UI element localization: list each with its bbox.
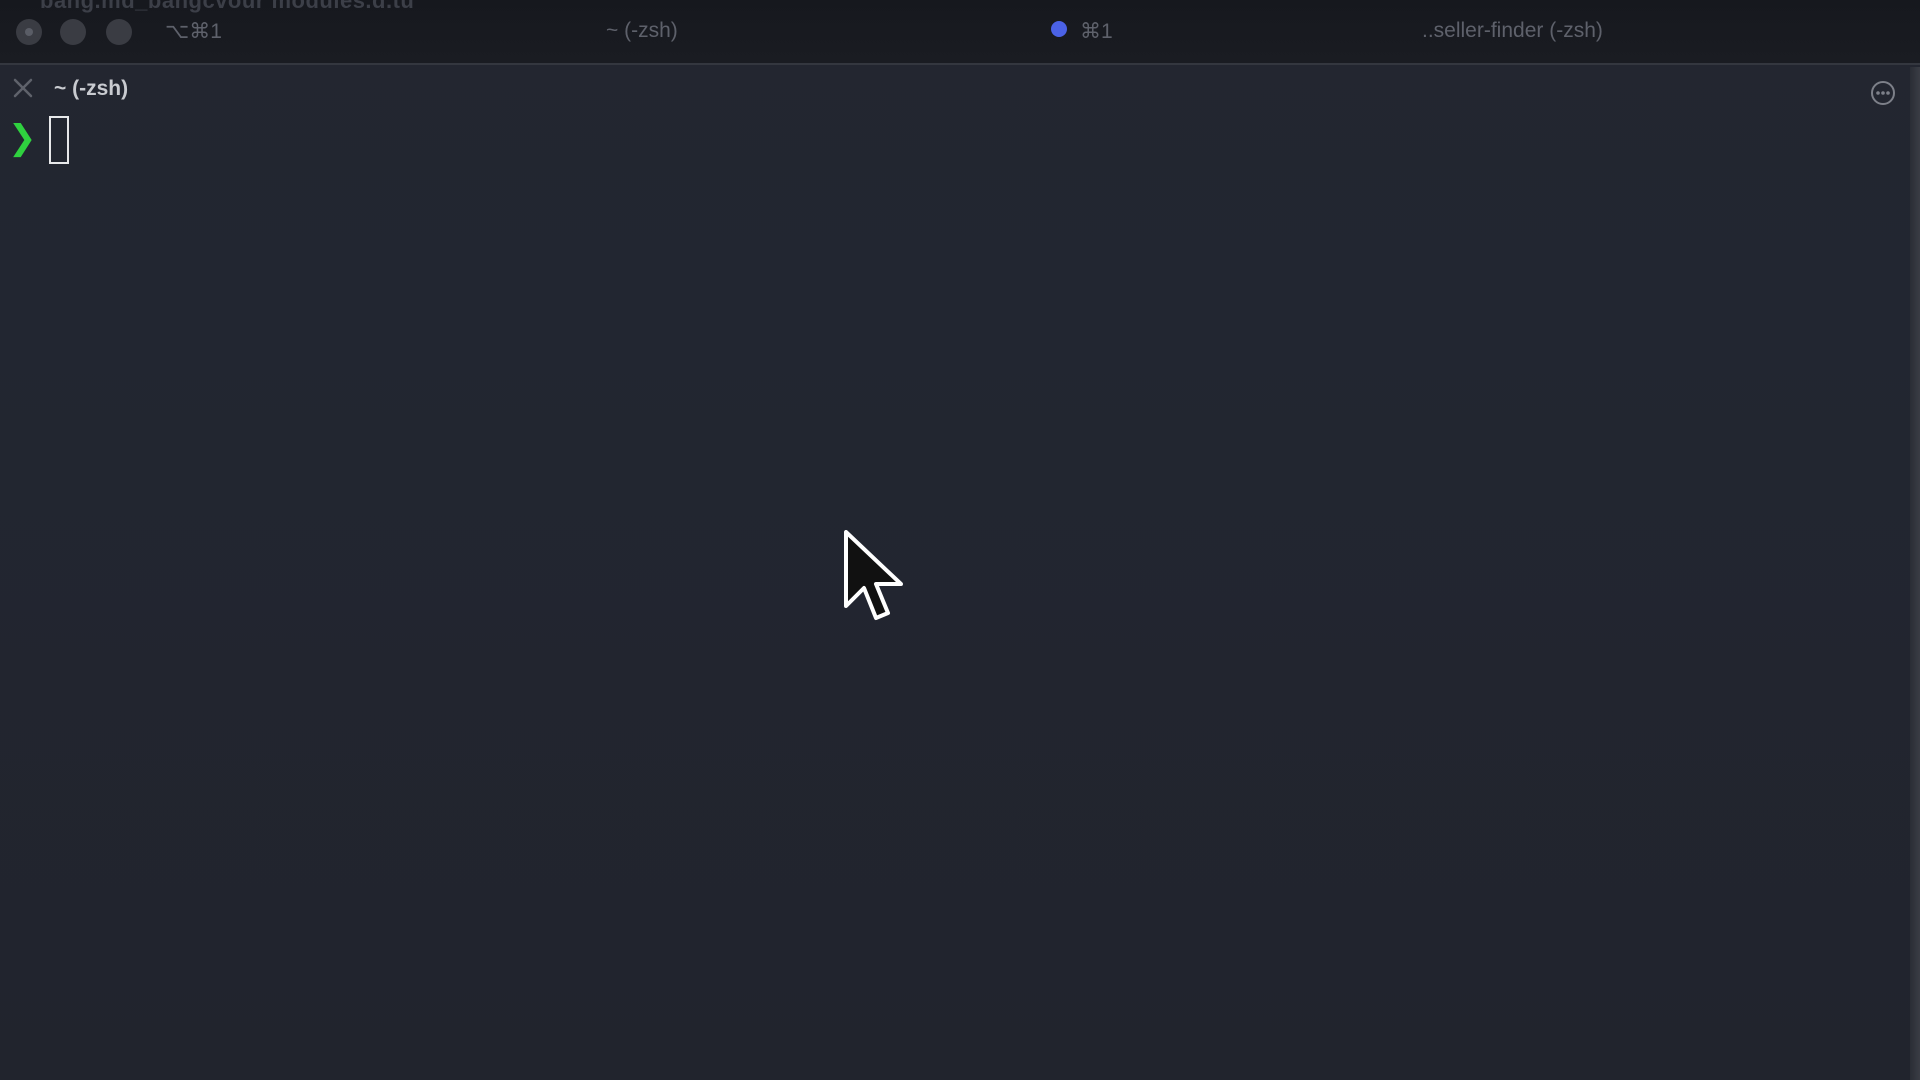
close-window-button[interactable] [16,19,42,45]
maximize-window-button[interactable] [106,19,132,45]
text-cursor[interactable] [49,116,69,164]
active-tab-dot-icon [1051,21,1067,37]
prompt-symbol: ❯ [8,118,37,158]
minimize-window-button[interactable] [60,19,86,45]
session-title: ~ (-zsh) [54,77,129,100]
title-bar: bang.md_bangcvour modules.d.tu ⌥⌘1 ~ (-z… [0,0,1920,65]
close-icon[interactable] [12,77,34,99]
scrollbar[interactable] [1910,67,1920,1080]
terminal-content[interactable]: ❯ [0,112,1910,1080]
session-bar: ~ (-zsh) [0,67,1910,112]
tab-zsh[interactable]: ~ (-zsh) [606,19,678,43]
more-options-icon[interactable] [1869,79,1897,107]
window-title: bang.md_bangcvour modules.d.tu [40,0,415,13]
mouse-pointer-icon [844,530,903,620]
tab-shortcut-cmd-1[interactable]: ⌘1 [1080,19,1113,44]
tab-shortcut-alt-cmd-1[interactable]: ⌥⌘1 [165,19,222,44]
tab-seller-finder[interactable]: ..seller-finder (-zsh) [1422,19,1603,43]
terminal-window: bang.md_bangcvour modules.d.tu ⌥⌘1 ~ (-z… [0,0,1920,1080]
